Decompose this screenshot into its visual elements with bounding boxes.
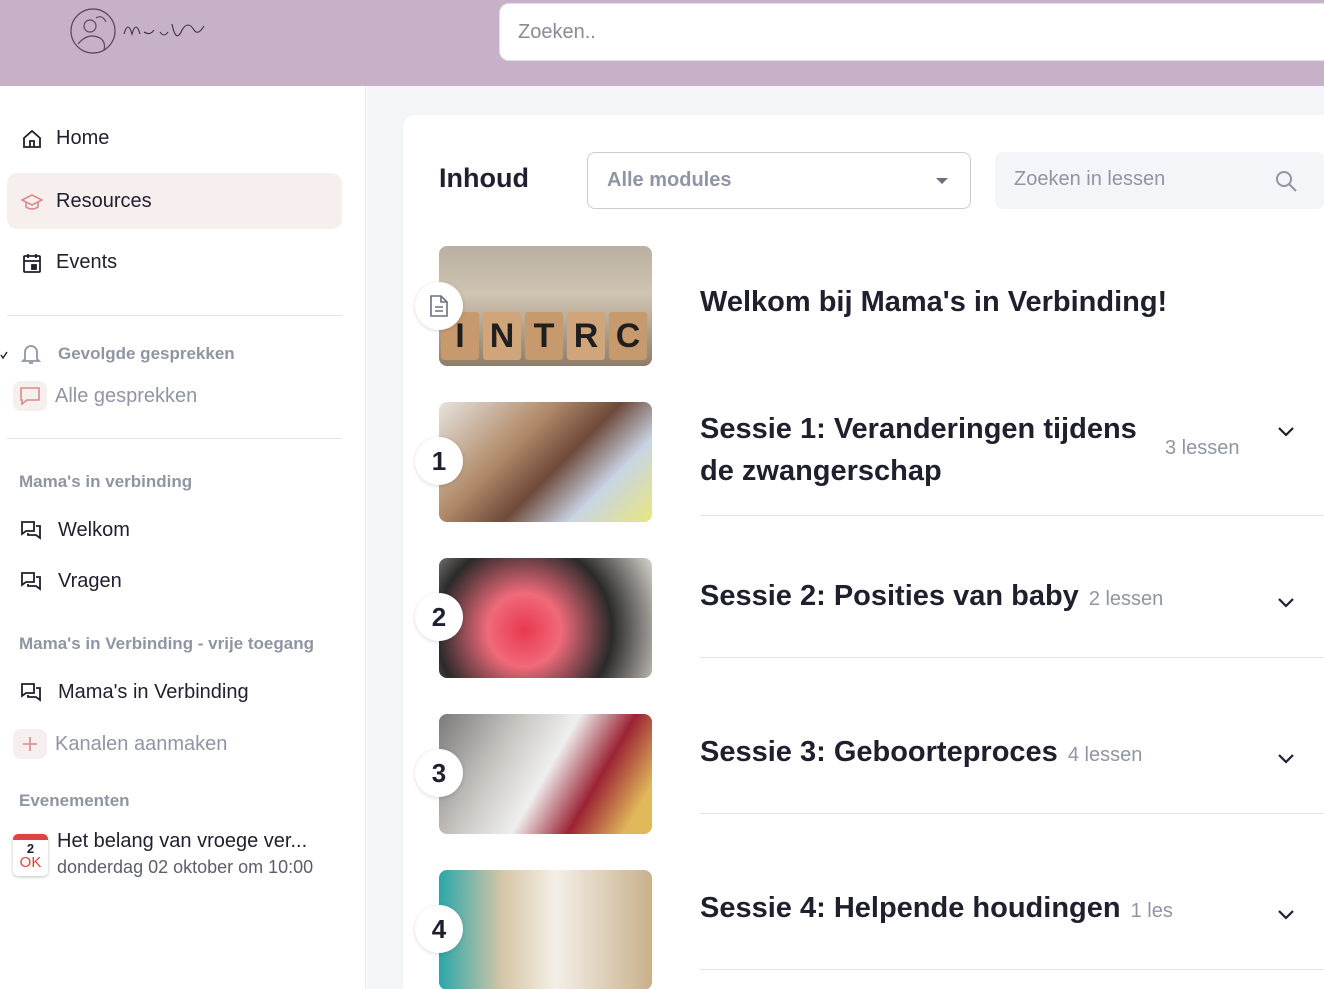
session-number-badge: 2	[415, 593, 463, 641]
page-title: Inhoud	[439, 163, 529, 193]
checkmark-icon	[0, 351, 8, 360]
chat-forum-icon	[21, 572, 41, 591]
letter-blocks: I N T R C	[439, 312, 652, 366]
channel-vragen[interactable]: Vragen	[19, 569, 122, 593]
lesson-search-input[interactable]: Zoeken in lessen	[995, 152, 1324, 209]
session-thumbnail[interactable]	[439, 402, 652, 522]
bell-icon	[20, 345, 42, 364]
sidebar-item-resources[interactable]: Resources	[7, 173, 342, 229]
letter-block: R	[567, 312, 605, 360]
session-thumbnail[interactable]	[439, 714, 652, 834]
chevron-down-icon[interactable]	[1276, 596, 1296, 610]
session-title[interactable]: Sessie 2: Posities van baby 2 lessen	[700, 580, 1163, 613]
plus-icon	[23, 737, 37, 751]
channel-label: Welkom	[58, 518, 130, 541]
intro-thumbnail[interactable]: I N T R C	[439, 246, 652, 366]
chat-forum-icon	[21, 521, 41, 540]
session-title-text: Sessie 3: Geboorteproces	[700, 736, 1058, 768]
session-title[interactable]: Sessie 3: Geboorteproces 4 lessen	[700, 736, 1142, 769]
intro-title[interactable]: Welkom bij Mama's in Verbinding!	[700, 286, 1167, 319]
top-header: Zoeken..	[0, 0, 1324, 86]
global-search-placeholder: Zoeken..	[518, 21, 596, 43]
events-section-title: Evenementen	[19, 791, 130, 810]
session-title-line: Sessie 1: Veranderingen tijdens	[700, 413, 1137, 445]
module-select-value: Alle modules	[607, 169, 732, 191]
channel-mamas-in-verbinding[interactable]: Mama's in Verbinding	[19, 680, 249, 704]
chevron-down-icon[interactable]	[1276, 752, 1296, 766]
letter-block: C	[609, 312, 647, 360]
sidebar-divider	[7, 315, 342, 316]
session-lesson-count: 2 lessen	[1088, 588, 1164, 610]
session-title[interactable]: Sessie 4: Helpende houdingen 1 les	[700, 892, 1173, 925]
session-lesson-count: 1 les	[1130, 900, 1173, 922]
session-title-text: Sessie 2: Posities van baby	[700, 580, 1079, 612]
session-title-line: de zwangerschap	[700, 455, 942, 487]
chevron-down-icon[interactable]	[1276, 908, 1296, 922]
session-number-badge: 4	[415, 905, 463, 953]
graduation-cap-icon	[21, 194, 43, 210]
sidebar-item-label: Events	[56, 250, 118, 273]
sidebar-divider	[7, 438, 342, 439]
chat-forum-icon	[21, 683, 41, 702]
followed-conversations[interactable]: Gevolgde gesprekken	[19, 342, 235, 366]
search-icon	[1276, 171, 1297, 192]
letter-block: N	[483, 312, 521, 360]
event-title[interactable]: Het belang van vroege ver...	[57, 830, 342, 853]
event-calendar-icon: 2 OK	[13, 834, 48, 876]
row-divider	[700, 657, 1324, 658]
channel-label: Mama's in Verbinding	[58, 680, 249, 703]
channel-welkom[interactable]: Welkom	[19, 518, 130, 542]
row-divider	[700, 515, 1324, 516]
document-icon	[430, 295, 448, 317]
session-thumbnail[interactable]	[439, 870, 652, 989]
sidebar-item-home[interactable]: Home	[7, 110, 342, 166]
session-title[interactable]: Sessie 1: Veranderingen tijdens de zwang…	[700, 408, 1137, 492]
caret-down-icon	[936, 178, 948, 184]
all-conversations-label: Alle gesprekken	[55, 384, 198, 407]
session-lesson-count: 3 lessen	[1165, 437, 1240, 459]
plus-icon-wrap	[13, 729, 47, 759]
sidebar-item-events[interactable]: Events	[7, 234, 342, 290]
chat-bubble-icon	[20, 387, 40, 406]
logo[interactable]	[66, 4, 212, 56]
chevron-down-icon[interactable]	[1276, 425, 1296, 439]
row-divider	[700, 969, 1324, 970]
section-title: Mama's in Verbinding - vrije toegang	[19, 634, 314, 653]
sidebar-item-label: Home	[56, 126, 110, 149]
section-title: Mama's in verbinding	[19, 472, 193, 491]
session-thumbnail[interactable]	[439, 558, 652, 678]
channel-label: Vragen	[58, 569, 122, 592]
module-select[interactable]: Alle modules	[587, 152, 971, 209]
create-channels-label: Kanalen aanmaken	[55, 732, 228, 755]
all-conversations[interactable]: Alle gesprekken	[13, 381, 197, 411]
global-search-input[interactable]: Zoeken..	[499, 3, 1324, 61]
chat-icon-wrap	[13, 381, 47, 411]
letter-block: T	[525, 312, 563, 360]
event-month: OK	[19, 854, 42, 871]
row-divider	[700, 813, 1324, 814]
event-datetime: donderdag 02 oktober om 10:00	[57, 857, 314, 877]
document-badge	[415, 282, 463, 330]
session-number-badge: 1	[415, 437, 463, 485]
home-icon	[23, 129, 41, 148]
create-channels[interactable]: Kanalen aanmaken	[13, 729, 227, 759]
calendar-icon	[23, 254, 41, 273]
sidebar-item-label: Resources	[56, 189, 152, 212]
session-lesson-count: 4 lessen	[1067, 744, 1143, 766]
followed-conversations-label: Gevolgde gesprekken	[58, 344, 235, 363]
session-number-badge: 3	[415, 749, 463, 797]
lesson-search-placeholder: Zoeken in lessen	[1014, 168, 1166, 190]
session-title-text: Sessie 4: Helpende houdingen	[700, 892, 1121, 924]
